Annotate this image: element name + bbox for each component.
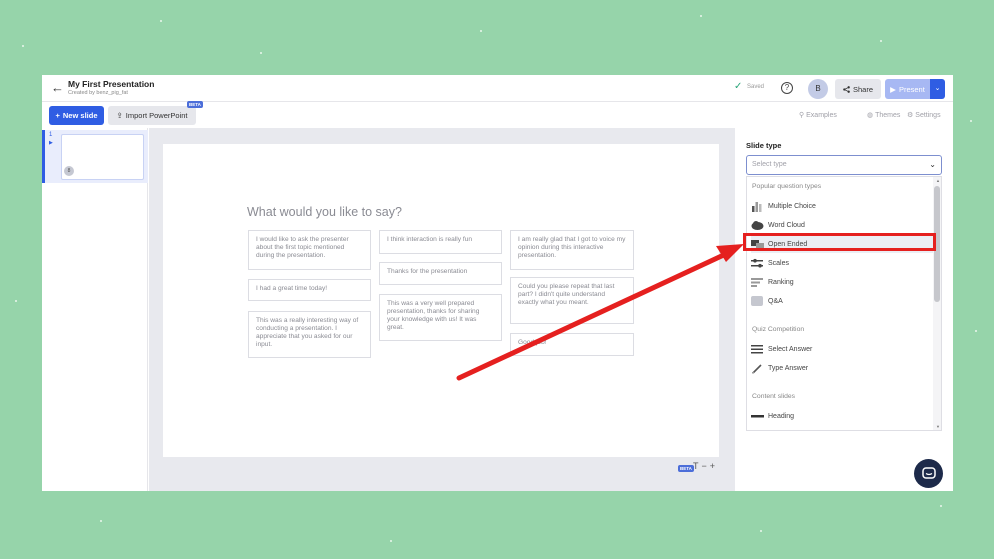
beta-badge: BETA <box>678 465 694 472</box>
chat-bubble-icon <box>921 467 936 479</box>
cloud-icon <box>751 220 764 231</box>
import-powerpoint-button[interactable]: ⇪ Import PowerPoint <box>108 106 196 125</box>
option-label: Q&A <box>768 298 783 305</box>
themes-label: Themes <box>875 111 901 119</box>
saved-status: Saved <box>747 84 765 90</box>
heading-icon <box>751 411 764 422</box>
creator-label: Created by benz_pig_fat <box>68 90 128 96</box>
slide-type-panel: Slide type Select type ⌄ Popular questio… <box>735 128 953 491</box>
present-button[interactable]: ▶ Present <box>885 79 930 99</box>
response-count-badge: 8 <box>64 166 74 176</box>
slide-type-dropdown: Popular question types Multiple Choice W… <box>746 176 942 431</box>
option-label: Scales <box>768 260 790 267</box>
option-select-answer[interactable]: Select Answer <box>751 341 933 358</box>
option-label: Word Cloud <box>768 222 805 229</box>
option-heading[interactable]: Heading <box>751 408 933 425</box>
upload-icon: ⇪ <box>116 111 123 120</box>
scroll-down-icon[interactable]: ▼ <box>936 424 940 429</box>
settings-label: Settings <box>915 111 941 119</box>
back-arrow-icon[interactable]: ← <box>51 81 64 95</box>
response-card: I would like to ask the presenter about … <box>248 230 371 270</box>
present-dropdown-chevron-icon[interactable]: ⌄ <box>930 79 945 99</box>
slide-preview[interactable]: What would you like to say? I would like… <box>163 144 719 457</box>
slide-question: What would you like to say? <box>247 205 402 219</box>
import-powerpoint-label: Import PowerPoint <box>125 111 188 120</box>
response-card: I am really glad that I got to voice my … <box>510 230 634 270</box>
sliders-icon <box>751 258 764 269</box>
option-type-answer[interactable]: Type Answer <box>751 360 933 377</box>
examples-label: Examples <box>806 111 837 119</box>
ranking-icon <box>751 277 764 288</box>
check-icon: ✓ <box>734 81 743 92</box>
response-card: I think interaction is really fun <box>379 230 502 254</box>
themes-link[interactable]: ◍ Themes <box>867 111 901 120</box>
chevron-down-icon: ⌄ <box>929 160 936 169</box>
increase-font-button[interactable]: + <box>710 461 715 471</box>
option-scales[interactable]: Scales <box>751 255 933 272</box>
share-icon <box>843 85 850 93</box>
font-size-controls: T − + <box>693 461 715 471</box>
qa-icon <box>751 296 764 307</box>
play-icon: ▶ <box>890 84 896 94</box>
lightbulb-icon: ⚲ <box>799 112 805 119</box>
slide-number: 1 <box>49 132 53 138</box>
option-label: Heading <box>768 413 795 420</box>
response-card: This was a very well prepared presentati… <box>379 294 502 341</box>
top-bar: ← My First Presentation Created by benz_… <box>42 75 953 102</box>
group-title: Quiz Competition <box>752 326 805 333</box>
presentation-title[interactable]: My First Presentation <box>68 79 154 89</box>
gear-icon: ⚙ <box>907 112 914 119</box>
share-label: Share <box>852 84 873 94</box>
slide-type-label: Slide type <box>746 141 782 150</box>
examples-link[interactable]: ⚲ Examples <box>799 111 837 120</box>
chat-button[interactable] <box>914 459 943 488</box>
new-slide-label: New slide <box>62 111 98 120</box>
option-qa[interactable]: Q&A <box>751 293 933 310</box>
option-label: Multiple Choice <box>768 203 816 210</box>
response-card: I had a great time today! <box>248 279 371 301</box>
option-word-cloud[interactable]: Word Cloud <box>751 217 933 234</box>
beta-badge: BETA <box>187 101 203 108</box>
new-slide-button[interactable]: + New slide <box>49 106 104 125</box>
group-title: Content slides <box>752 393 796 400</box>
group-title: Popular question types <box>752 183 822 190</box>
bar-chart-icon <box>751 201 764 212</box>
response-card: Could you please repeat that last part? … <box>510 277 634 324</box>
plus-icon: + <box>55 111 60 120</box>
user-avatar[interactable]: B <box>808 79 828 99</box>
scroll-up-icon[interactable]: ▲ <box>936 178 940 183</box>
settings-link[interactable]: ⚙ Settings <box>907 111 941 120</box>
response-card: This was a really interesting way of con… <box>248 311 371 358</box>
option-label: Type Answer <box>768 365 809 372</box>
annotation-highlight-box <box>743 233 936 251</box>
response-card: Good job! <box>510 333 634 356</box>
share-button[interactable]: Share <box>835 79 881 99</box>
present-label: Present <box>898 84 925 94</box>
list-icon <box>751 344 764 355</box>
slide-type-placeholder: Select type <box>752 161 787 168</box>
palette-icon: ◍ <box>867 112 874 119</box>
slide-play-icon: ▶ <box>49 140 53 146</box>
option-label: Ranking <box>768 279 794 286</box>
option-label: Select Answer <box>768 346 813 353</box>
option-ranking[interactable]: Ranking <box>751 274 933 291</box>
help-icon[interactable]: ? <box>781 82 793 94</box>
response-card: Thanks for the presentation <box>379 262 502 285</box>
text-icon[interactable]: T <box>693 461 699 471</box>
app-window: ← My First Presentation Created by benz_… <box>42 75 953 491</box>
pencil-icon <box>751 363 764 374</box>
decrease-font-button[interactable]: − <box>702 461 707 471</box>
option-multiple-choice[interactable]: Multiple Choice <box>751 198 933 215</box>
slide-type-select[interactable]: Select type ⌄ <box>746 155 942 175</box>
